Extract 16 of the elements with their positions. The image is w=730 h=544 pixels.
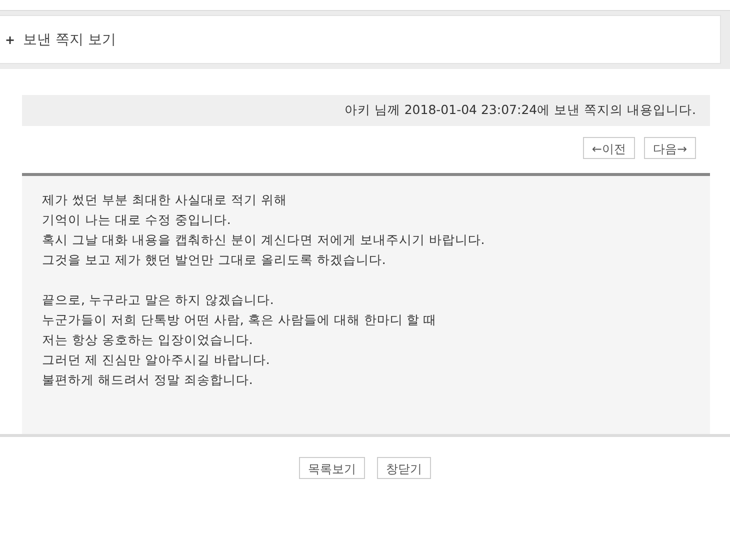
action-button[interactable]: 창닫기 [377, 457, 431, 479]
info-text: 아키 님께 2018-01-04 23:07:24에 보낸 쪽지의 내용입니다. [344, 102, 696, 119]
nav-button[interactable]: ←이전 [582, 137, 635, 159]
page-title: 보낸 쪽지 보기 [23, 30, 116, 48]
message-line: 누군가들이 저희 단톡방 어떤 사람, 혹은 사람들에 대해 한마디 할 때 [42, 311, 438, 329]
message-line: 그것을 보고 제가 했던 발언만 그대로 올리도록 하겠습니다. [42, 251, 387, 269]
message-line: 혹시 그날 대화 내용을 캡춰하신 분이 계신다면 저에게 보내주시기 바랍니다. [42, 231, 486, 249]
bullet-icon: + [5, 32, 16, 46]
action-button[interactable]: 목록보기 [299, 457, 365, 479]
message-line: 제가 썼던 부분 최대한 사실대로 적기 위해 [42, 191, 288, 209]
message-line: 불편하게 해드려서 정말 죄송합니다. [42, 371, 254, 389]
message-line: 그러던 제 진심만 알아주시길 바랍니다. [42, 351, 271, 369]
message-line: 기억이 나는 대로 수정 중입니다. [42, 211, 232, 229]
nav-button[interactable]: 다음→ [644, 137, 696, 159]
message-line: 저는 항상 옹호하는 입장이었습니다. [42, 331, 254, 349]
message-line: 끝으로, 누구라고 말은 하지 않겠습니다. [42, 291, 275, 309]
